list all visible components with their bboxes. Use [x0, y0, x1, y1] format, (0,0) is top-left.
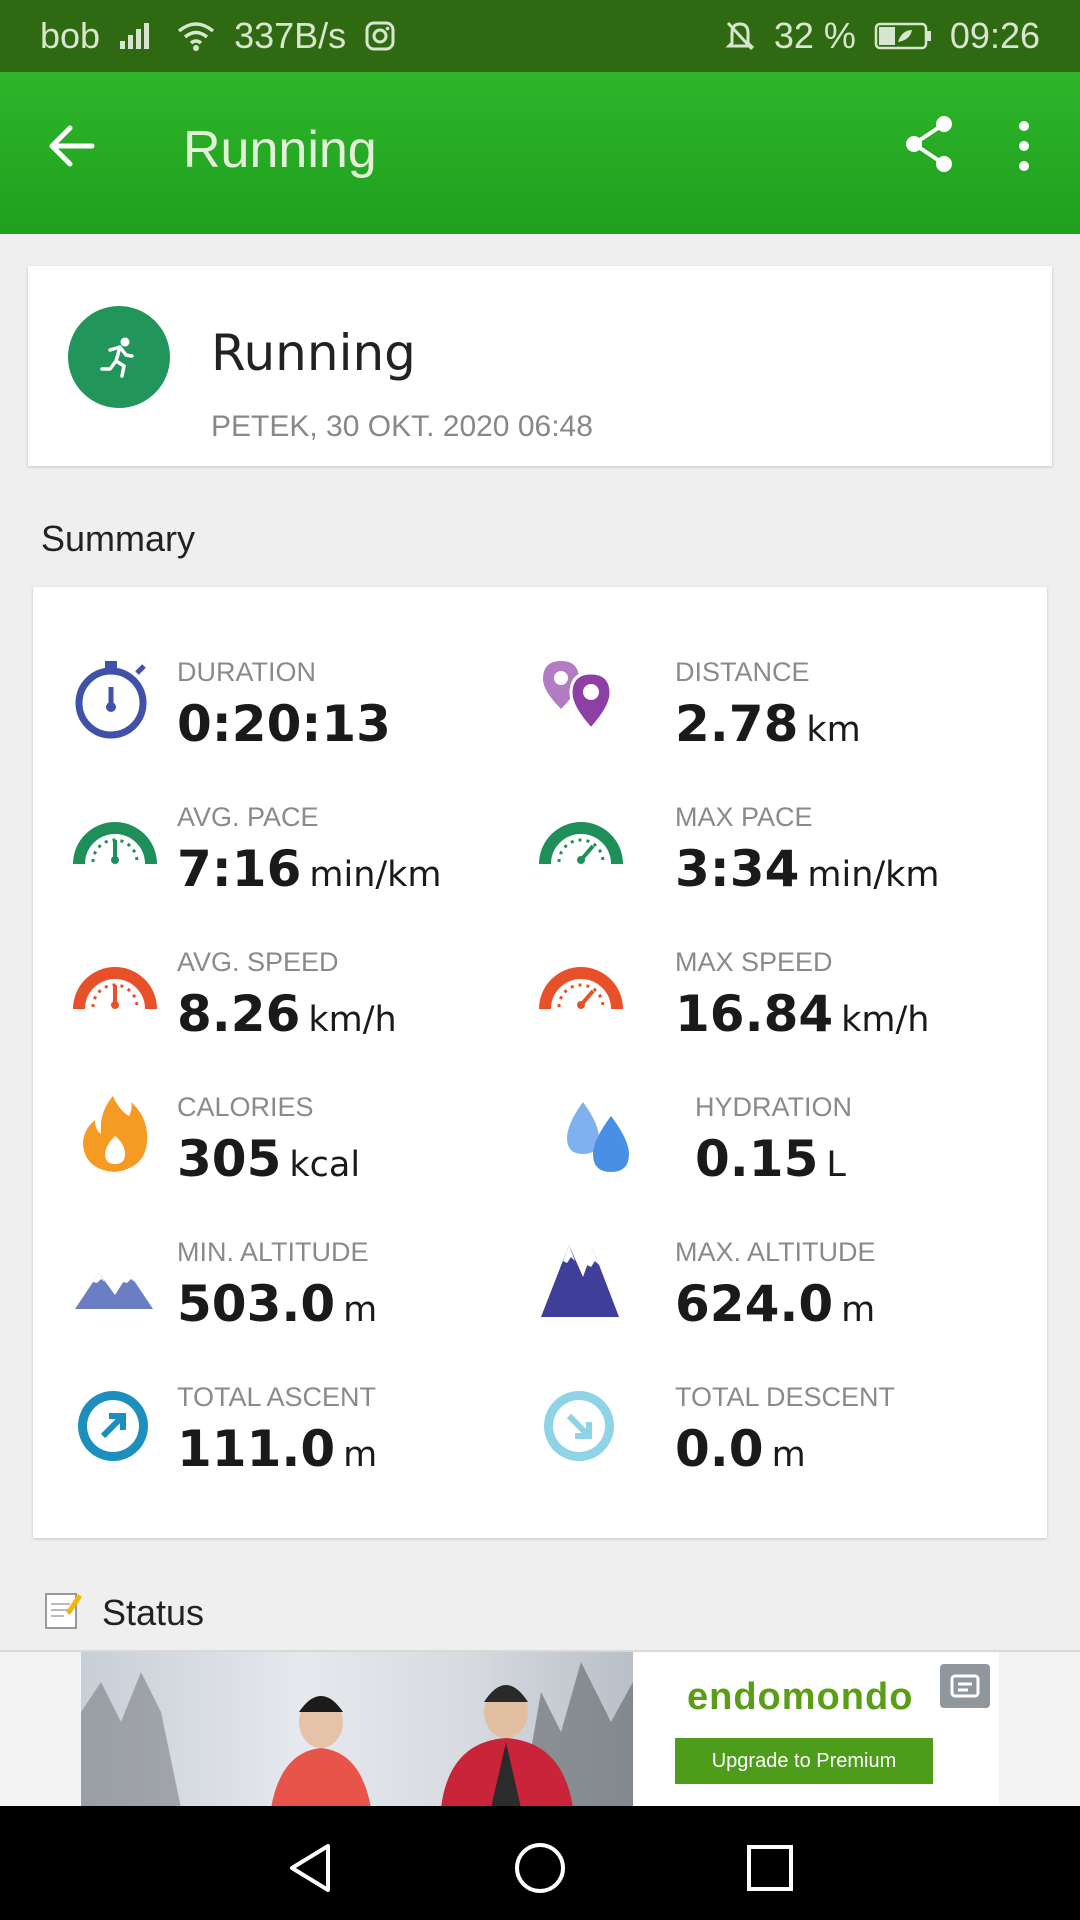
- bell-off-icon: [724, 19, 756, 53]
- running-person-icon: [68, 306, 170, 408]
- stat-label: MAX PACE: [675, 802, 813, 832]
- stat-value: 624.0: [675, 1275, 834, 1333]
- app-bar: Running: [0, 72, 1080, 234]
- pace-gauge-icon: [73, 802, 157, 886]
- upgrade-premium-button[interactable]: Upgrade to Premium: [675, 1738, 933, 1784]
- stat-label: TOTAL DESCENT: [675, 1382, 896, 1412]
- pace-gauge-max-icon: [539, 802, 623, 886]
- stat-value: 305: [177, 1130, 282, 1188]
- stat-value-row: 624.0 m: [675, 1275, 875, 1333]
- activity-title: Running: [211, 324, 416, 382]
- stat-label: MIN. ALTITUDE: [177, 1237, 369, 1267]
- stat-unit: m: [771, 1435, 806, 1475]
- stat-label: HYDRATION: [695, 1092, 853, 1122]
- battery-icon: [874, 21, 932, 51]
- nav-home-icon[interactable]: [510, 1838, 570, 1898]
- stat-value-row: 3:34 min/km: [675, 840, 940, 898]
- stat-value-row: 305 kcal: [177, 1130, 360, 1188]
- page-title: Running: [183, 121, 377, 179]
- stat-value: 7:16: [177, 840, 302, 898]
- nav-recents-icon[interactable]: [740, 1838, 800, 1898]
- stat-label: AVG. SPEED: [177, 947, 339, 977]
- ascent-arrow-icon: [73, 1382, 157, 1466]
- activity-date: PETEK, 30 OKT. 2020 06:48: [211, 410, 593, 443]
- speed-gauge-icon: [73, 947, 157, 1031]
- stat-value: 111.0: [177, 1420, 336, 1478]
- ad-runners-photo: [81, 1652, 633, 1808]
- battery-percent: 32 %: [773, 15, 856, 56]
- activity-header-card: Running PETEK, 30 OKT. 2020 06:48: [28, 266, 1052, 466]
- summary-card: DURATION 0:20:13 DISTANCE 2.78 km AVG. PA…: [33, 587, 1047, 1538]
- stat-unit: km/h: [308, 1000, 397, 1040]
- more-vert-icon[interactable]: [1010, 116, 1038, 176]
- stat-unit: kcal: [289, 1145, 361, 1185]
- stat-value: 503.0: [177, 1275, 336, 1333]
- clock: 09:26: [949, 15, 1040, 56]
- network-speed: 337B/s: [234, 15, 347, 56]
- stat-label: AVG. PACE: [177, 802, 319, 832]
- stat-value: 0.15: [695, 1130, 819, 1188]
- endomondo-logo: endomondo: [687, 1676, 914, 1718]
- speed-gauge-max-icon: [539, 947, 623, 1031]
- stat-value-row: 111.0 m: [177, 1420, 377, 1478]
- stat-unit: km: [806, 710, 861, 750]
- note-edit-icon: [44, 1590, 82, 1635]
- back-arrow-icon[interactable]: [44, 118, 100, 174]
- stat-unit: m: [841, 1290, 876, 1330]
- stat-value: 3:34: [675, 840, 800, 898]
- stat-label: MAX SPEED: [675, 947, 833, 977]
- stat-unit: m: [343, 1435, 378, 1475]
- stopwatch-icon: [73, 657, 157, 741]
- stat-label: MAX. ALTITUDE: [675, 1237, 876, 1267]
- descent-arrow-icon: [539, 1382, 623, 1466]
- stat-value-row: 16.84 km/h: [675, 985, 930, 1043]
- stat-value-row: 7:16 min/km: [177, 840, 442, 898]
- stat-value: 2.78: [675, 695, 799, 753]
- ad-close-icon[interactable]: [940, 1664, 990, 1708]
- stat-label: CALORIES: [177, 1092, 314, 1122]
- stat-value: 0:20:13: [177, 695, 391, 753]
- stat-value-row: 503.0 m: [177, 1275, 377, 1333]
- ad-banner[interactable]: endomondo Upgrade to Premium: [0, 1650, 1080, 1808]
- stat-value-row: 0.15 L: [695, 1130, 846, 1188]
- summary-heading: Summary: [41, 518, 196, 559]
- stat-label: TOTAL ASCENT: [177, 1382, 377, 1412]
- signal-icon: [118, 21, 158, 51]
- wifi-icon: [176, 20, 216, 52]
- mountains-low-icon: [73, 1237, 157, 1321]
- stat-value-row: 0.0 m: [675, 1420, 806, 1478]
- stat-unit: min/km: [807, 855, 940, 895]
- share-icon[interactable]: [900, 112, 960, 176]
- nav-back-icon[interactable]: [280, 1838, 340, 1898]
- stat-value: 0.0: [675, 1420, 764, 1478]
- flame-icon: [73, 1092, 157, 1176]
- stat-label: DURATION: [177, 657, 316, 687]
- location-pins-icon: [539, 657, 623, 741]
- water-drops-icon: [559, 1092, 643, 1176]
- stat-unit: min/km: [309, 855, 442, 895]
- system-nav-bar: [0, 1806, 1080, 1920]
- stat-unit: km/h: [841, 1000, 930, 1040]
- status-label: Status: [102, 1591, 205, 1633]
- stat-unit: L: [826, 1145, 846, 1185]
- stat-value-row: 0:20:13: [177, 695, 391, 753]
- mountains-high-icon: [539, 1237, 623, 1321]
- stat-label: DISTANCE: [675, 657, 810, 687]
- stat-value-row: 2.78 km: [675, 695, 861, 753]
- instagram-icon: [364, 20, 396, 52]
- status-bar: bob 337B/s 32 % 09:26: [0, 0, 1080, 72]
- status-section[interactable]: Status: [44, 1590, 204, 1635]
- stat-value-row: 8.26 km/h: [177, 985, 397, 1043]
- stat-value: 8.26: [177, 985, 301, 1043]
- stat-unit: m: [343, 1290, 378, 1330]
- ad-brand-panel: endomondo Upgrade to Premium: [633, 1652, 999, 1808]
- stat-value: 16.84: [675, 985, 834, 1043]
- carrier-name: bob: [40, 15, 101, 56]
